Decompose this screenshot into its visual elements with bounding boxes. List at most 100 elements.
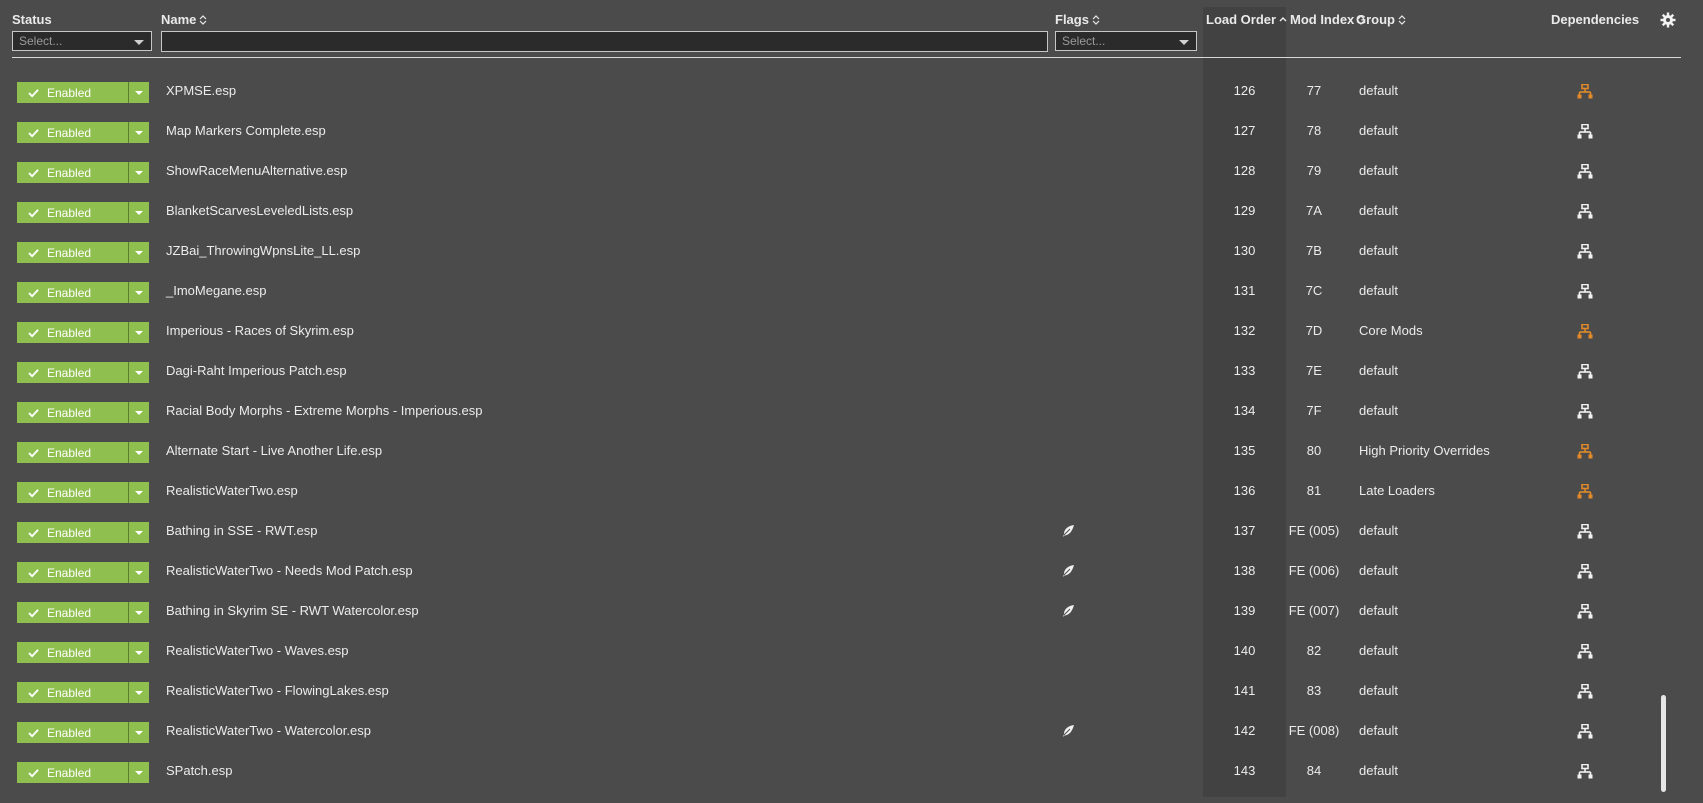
dependencies-icon[interactable] [1577, 163, 1593, 179]
flags-filter-select[interactable]: Select... [1055, 31, 1197, 51]
status-dropdown-button[interactable] [128, 682, 149, 703]
column-header-load-order[interactable]: Load Order [1206, 12, 1287, 27]
column-header-name[interactable]: Name [161, 12, 207, 27]
status-toggle[interactable]: Enabled [17, 482, 149, 503]
status-dropdown-button[interactable] [128, 362, 149, 383]
status-dropdown-button[interactable] [128, 122, 149, 143]
dependencies-icon[interactable] [1577, 683, 1593, 699]
table-row[interactable]: Enabled RealisticWaterTwo - Watercolor.e… [0, 712, 1703, 752]
dependencies-icon[interactable] [1577, 203, 1593, 219]
dependencies-icon[interactable] [1577, 363, 1593, 379]
status-dropdown-button[interactable] [128, 242, 149, 263]
dependencies-icon[interactable] [1577, 603, 1593, 619]
dependencies-icon[interactable] [1577, 483, 1593, 499]
status-dropdown-button[interactable] [128, 82, 149, 103]
status-filter-select[interactable]: Select... [12, 31, 152, 51]
gear-icon[interactable] [1660, 12, 1676, 28]
status-enabled-button[interactable]: Enabled [17, 482, 128, 503]
status-toggle[interactable]: Enabled [17, 682, 149, 703]
dependencies-icon[interactable] [1577, 563, 1593, 579]
column-header-mod-index[interactable]: Mod Index [1290, 12, 1365, 27]
status-enabled-button[interactable]: Enabled [17, 522, 128, 543]
status-dropdown-button[interactable] [128, 762, 149, 783]
table-row[interactable]: Enabled RealisticWaterTwo - Needs Mod Pa… [0, 552, 1703, 592]
status-toggle[interactable]: Enabled [17, 562, 149, 583]
status-enabled-button[interactable]: Enabled [17, 442, 128, 463]
dependencies-icon[interactable] [1577, 763, 1593, 779]
column-header-dependencies[interactable]: Dependencies [1551, 12, 1639, 27]
status-dropdown-button[interactable] [128, 562, 149, 583]
status-toggle[interactable]: Enabled [17, 242, 149, 263]
status-toggle[interactable]: Enabled [17, 402, 149, 423]
status-toggle[interactable]: Enabled [17, 522, 149, 543]
dependencies-icon[interactable] [1577, 523, 1593, 539]
status-toggle[interactable]: Enabled [17, 442, 149, 463]
status-enabled-button[interactable]: Enabled [17, 722, 128, 743]
table-row[interactable]: Enabled _ImoMegane.esp 131 7C default [0, 272, 1703, 312]
status-toggle[interactable]: Enabled [17, 122, 149, 143]
status-enabled-button[interactable]: Enabled [17, 402, 128, 423]
status-dropdown-button[interactable] [128, 402, 149, 423]
status-toggle[interactable]: Enabled [17, 202, 149, 223]
dependencies-icon[interactable] [1577, 723, 1593, 739]
dependencies-icon[interactable] [1577, 403, 1593, 419]
status-enabled-button[interactable]: Enabled [17, 322, 128, 343]
status-enabled-button[interactable]: Enabled [17, 162, 128, 183]
status-enabled-button[interactable]: Enabled [17, 602, 128, 623]
status-enabled-button[interactable]: Enabled [17, 82, 128, 103]
dependencies-icon[interactable] [1577, 243, 1593, 259]
status-dropdown-button[interactable] [128, 202, 149, 223]
table-row[interactable]: Enabled RealisticWaterTwo - Waves.esp 14… [0, 632, 1703, 672]
status-enabled-button[interactable]: Enabled [17, 762, 128, 783]
scrollbar-thumb[interactable] [1661, 695, 1666, 792]
dependencies-icon[interactable] [1577, 643, 1593, 659]
status-enabled-button[interactable]: Enabled [17, 642, 128, 663]
status-toggle[interactable]: Enabled [17, 82, 149, 103]
table-row[interactable]: Enabled Bathing in Skyrim SE - RWT Water… [0, 592, 1703, 632]
table-row[interactable]: Enabled SPatch.esp 143 84 default [0, 752, 1703, 792]
table-row[interactable]: Enabled XPMSE.esp 126 77 default [0, 72, 1703, 112]
status-dropdown-button[interactable] [128, 602, 149, 623]
table-row[interactable]: Enabled Imperious - Races of Skyrim.esp … [0, 312, 1703, 352]
status-dropdown-button[interactable] [128, 482, 149, 503]
status-toggle[interactable]: Enabled [17, 162, 149, 183]
table-row[interactable]: Enabled BlanketScarvesLeveledLists.esp 1… [0, 192, 1703, 232]
status-enabled-button[interactable]: Enabled [17, 242, 128, 263]
column-header-group[interactable]: Group [1356, 12, 1406, 27]
table-row[interactable]: Enabled ShowRaceMenuAlternative.esp 128 … [0, 152, 1703, 192]
column-header-flags[interactable]: Flags [1055, 12, 1100, 27]
dependencies-icon[interactable] [1577, 443, 1593, 459]
table-row[interactable]: Enabled Map Markers Complete.esp 127 78 … [0, 112, 1703, 152]
status-enabled-button[interactable]: Enabled [17, 282, 128, 303]
table-row[interactable]: Enabled Dagi-Raht Imperious Patch.esp 13… [0, 352, 1703, 392]
status-toggle[interactable]: Enabled [17, 722, 149, 743]
status-dropdown-button[interactable] [128, 522, 149, 543]
table-row[interactable]: Enabled JZBai_ThrowingWpnsLite_LL.esp 13… [0, 232, 1703, 272]
dependencies-icon[interactable] [1577, 123, 1593, 139]
status-enabled-button[interactable]: Enabled [17, 122, 128, 143]
status-enabled-button[interactable]: Enabled [17, 202, 128, 223]
status-toggle[interactable]: Enabled [17, 282, 149, 303]
status-enabled-button[interactable]: Enabled [17, 682, 128, 703]
status-dropdown-button[interactable] [128, 282, 149, 303]
table-row[interactable]: Enabled RealisticWaterTwo - FlowingLakes… [0, 672, 1703, 712]
dependencies-icon[interactable] [1577, 83, 1593, 99]
table-row[interactable]: Enabled Racial Body Morphs - Extreme Mor… [0, 392, 1703, 432]
status-toggle[interactable]: Enabled [17, 602, 149, 623]
status-dropdown-button[interactable] [128, 322, 149, 343]
status-toggle[interactable]: Enabled [17, 322, 149, 343]
table-row[interactable]: Enabled RealisticWaterTwo.esp 136 81 Lat… [0, 472, 1703, 512]
table-row[interactable]: Enabled Alternate Start - Live Another L… [0, 432, 1703, 472]
status-dropdown-button[interactable] [128, 722, 149, 743]
status-toggle[interactable]: Enabled [17, 362, 149, 383]
status-dropdown-button[interactable] [128, 642, 149, 663]
status-toggle[interactable]: Enabled [17, 762, 149, 783]
dependencies-icon[interactable] [1577, 323, 1593, 339]
status-enabled-button[interactable]: Enabled [17, 562, 128, 583]
name-filter-input[interactable] [161, 31, 1048, 52]
status-dropdown-button[interactable] [128, 442, 149, 463]
status-toggle[interactable]: Enabled [17, 642, 149, 663]
table-row[interactable]: Enabled Bathing in SSE - RWT.esp 137 FE … [0, 512, 1703, 552]
dependencies-icon[interactable] [1577, 283, 1593, 299]
status-enabled-button[interactable]: Enabled [17, 362, 128, 383]
